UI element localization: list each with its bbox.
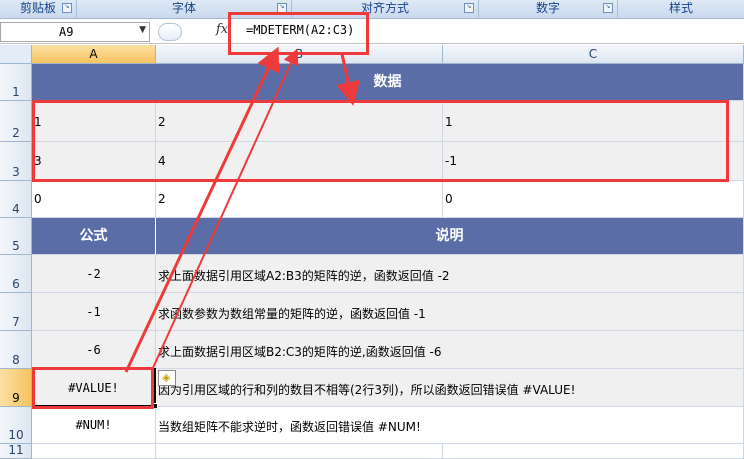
arrow-result-to-formula-secondary	[151, 48, 299, 371]
arrow-result-to-formula	[124, 46, 280, 373]
arrow-formula-to-data	[336, 53, 360, 106]
annotation-arrows	[124, 46, 360, 373]
